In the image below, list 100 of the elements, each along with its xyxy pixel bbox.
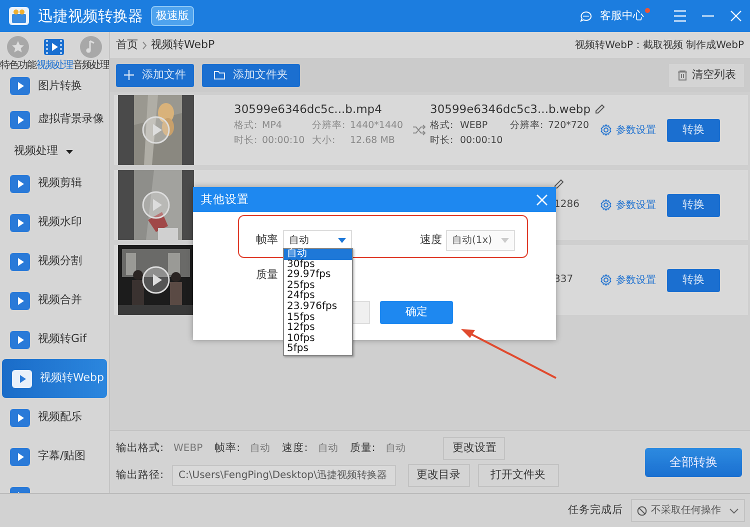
support-link[interactable]: 客服中心 (600, 8, 644, 24)
sidebar-item[interactable]: 视频剪辑 (0, 164, 109, 203)
breadcrumb-current: 视频转WebP (151, 36, 215, 53)
detail-value: 12.68 MB (350, 134, 396, 147)
dropdown-option[interactable]: 15fps (284, 312, 352, 324)
output-file-name: 30599e6346dc5c3...b.webp (430, 101, 591, 118)
dropdown-option[interactable]: 25fps (284, 280, 352, 292)
music-note-icon (80, 36, 102, 58)
chevron-icon (142, 40, 147, 50)
add-file-button[interactable]: 添加文件 (116, 64, 194, 86)
group-label: 视频处理 (14, 143, 58, 160)
video-tile-icon (10, 446, 30, 466)
detail-label: 格式: (430, 119, 454, 132)
gear-icon (600, 124, 612, 136)
page-hint: 视频转WebP：截取视频 制作成WebP (575, 38, 744, 52)
dropdown-option[interactable]: 12fps (284, 323, 352, 334)
sidebar-tab[interactable]: 音频处理 (72, 36, 109, 72)
setting-label: 输出格式: (116, 440, 164, 456)
sidebar-item[interactable]: 视频配乐 (0, 398, 109, 437)
convert-button[interactable]: 转换 (667, 268, 720, 292)
sidebar-item[interactable]: 视频水印 (0, 203, 109, 242)
video-tile-icon (10, 252, 30, 272)
detail-value: 337 (554, 274, 574, 285)
path-field[interactable]: C:\Users\FengPing\Desktop\迅捷视频转换器 (172, 465, 396, 486)
detail-label: 大小: (312, 134, 336, 147)
sidebar-item[interactable]: 图片转换 (0, 72, 109, 100)
app-title: 迅捷视频转换器 (38, 6, 143, 27)
chat-icon[interactable] (580, 10, 592, 22)
pencil-icon[interactable] (594, 104, 605, 114)
setting-label: 速度: (282, 440, 308, 456)
convert-button[interactable]: 转换 (667, 118, 720, 142)
video-tile-icon (10, 408, 30, 428)
video-tile-icon (10, 290, 30, 310)
video-tile-icon (12, 368, 32, 388)
detail-value: MP4 (262, 119, 283, 132)
video-tile-icon (10, 330, 30, 350)
confirm-button[interactable]: 确定 (380, 300, 453, 324)
sidebar-item[interactable]: 视频合并 (0, 281, 109, 320)
after-task-dropdown[interactable]: 不采取任何操作 (631, 499, 745, 522)
detail-label: 分辨率: (312, 119, 346, 132)
change-settings-button[interactable]: 更改设置 (443, 437, 506, 460)
close-icon[interactable] (730, 10, 742, 22)
shuffle-icon (413, 124, 426, 136)
sidebar-item[interactable]: 视频分割 (0, 242, 109, 281)
sidebar-tab[interactable]: 视频处理 (36, 36, 72, 72)
clear-list-button[interactable]: 清空列表 (669, 64, 744, 86)
settings-link[interactable]: 参数设置 (600, 272, 656, 288)
settings-link[interactable]: 参数设置 (600, 198, 656, 212)
detail-label: 分辨率: (510, 119, 544, 132)
film-icon (43, 36, 66, 58)
gear-icon (600, 274, 612, 286)
play-icon[interactable] (142, 266, 170, 294)
setting-value: 自动 (318, 442, 338, 456)
open-folder-button[interactable]: 打开文件夹 (478, 464, 559, 487)
field-label: 帧率 (255, 232, 278, 248)
convert-all-button[interactable]: 全部转换 (645, 448, 742, 476)
sidebar-item[interactable]: 虚拟背景录像 (0, 100, 109, 139)
detail-label: 时长: (234, 134, 258, 147)
dropdown-option[interactable]: 30fps (284, 260, 352, 270)
detail-value: 720*720 (548, 119, 590, 132)
detail-value: WEBP (460, 119, 489, 132)
field-label: 质量 (255, 267, 278, 283)
field-label: 速度 (420, 232, 442, 248)
trash-icon (677, 70, 688, 80)
add-folder-button[interactable]: 添加文件夹 (202, 64, 300, 86)
dropdown-option[interactable]: 自动 (284, 249, 352, 260)
setting-label: 质量: (350, 440, 376, 456)
detail-label: 时长: (430, 134, 454, 147)
setting-value: 自动 (385, 442, 406, 456)
prohibited-icon (637, 506, 647, 516)
chevron-down-icon (729, 508, 739, 514)
detail-value: 00:00:10 (262, 134, 306, 147)
menu-icon[interactable] (674, 10, 686, 22)
video-tile-icon (10, 110, 30, 130)
pencil-icon[interactable] (554, 179, 564, 189)
dropdown-option[interactable]: 24fps (284, 291, 352, 302)
close-icon (536, 194, 548, 206)
caret-icon[interactable] (66, 148, 73, 154)
logo-icon (8, 6, 30, 26)
convert-button[interactable]: 转换 (667, 194, 720, 216)
dropdown-option[interactable]: 29.97fps (284, 270, 352, 281)
sidebar-item[interactable]: 视频转Webp (2, 359, 107, 398)
sidebar-item[interactable]: 字幕/贴图 (0, 437, 109, 476)
dropdown-option[interactable]: 10fps (284, 334, 352, 344)
sidebar-tab[interactable]: 特色功能 (0, 36, 36, 72)
after-task-label: 任务完成后 (568, 502, 623, 518)
settings-link[interactable]: 参数设置 (600, 122, 656, 138)
dropdown-option[interactable]: 23.976fps (284, 302, 352, 313)
sidebar-item[interactable]: 视频转Gif (0, 320, 109, 359)
video-tile-icon (10, 212, 30, 232)
dialog-title: 其他设置 (201, 190, 249, 208)
edition-badge: 极速版 (151, 6, 194, 26)
detail-label: 格式: (234, 119, 258, 132)
change-directory-button[interactable]: 更改目录 (408, 464, 470, 487)
dropdown-option[interactable]: 5fps (284, 344, 352, 355)
breadcrumb-link[interactable]: 首页 (116, 36, 138, 54)
detail-value: 1286 (554, 199, 580, 210)
gear-icon (600, 199, 612, 211)
file-name: 30599e6346dc5c...b.mp4 (234, 101, 383, 118)
video-tile-icon (10, 174, 30, 194)
